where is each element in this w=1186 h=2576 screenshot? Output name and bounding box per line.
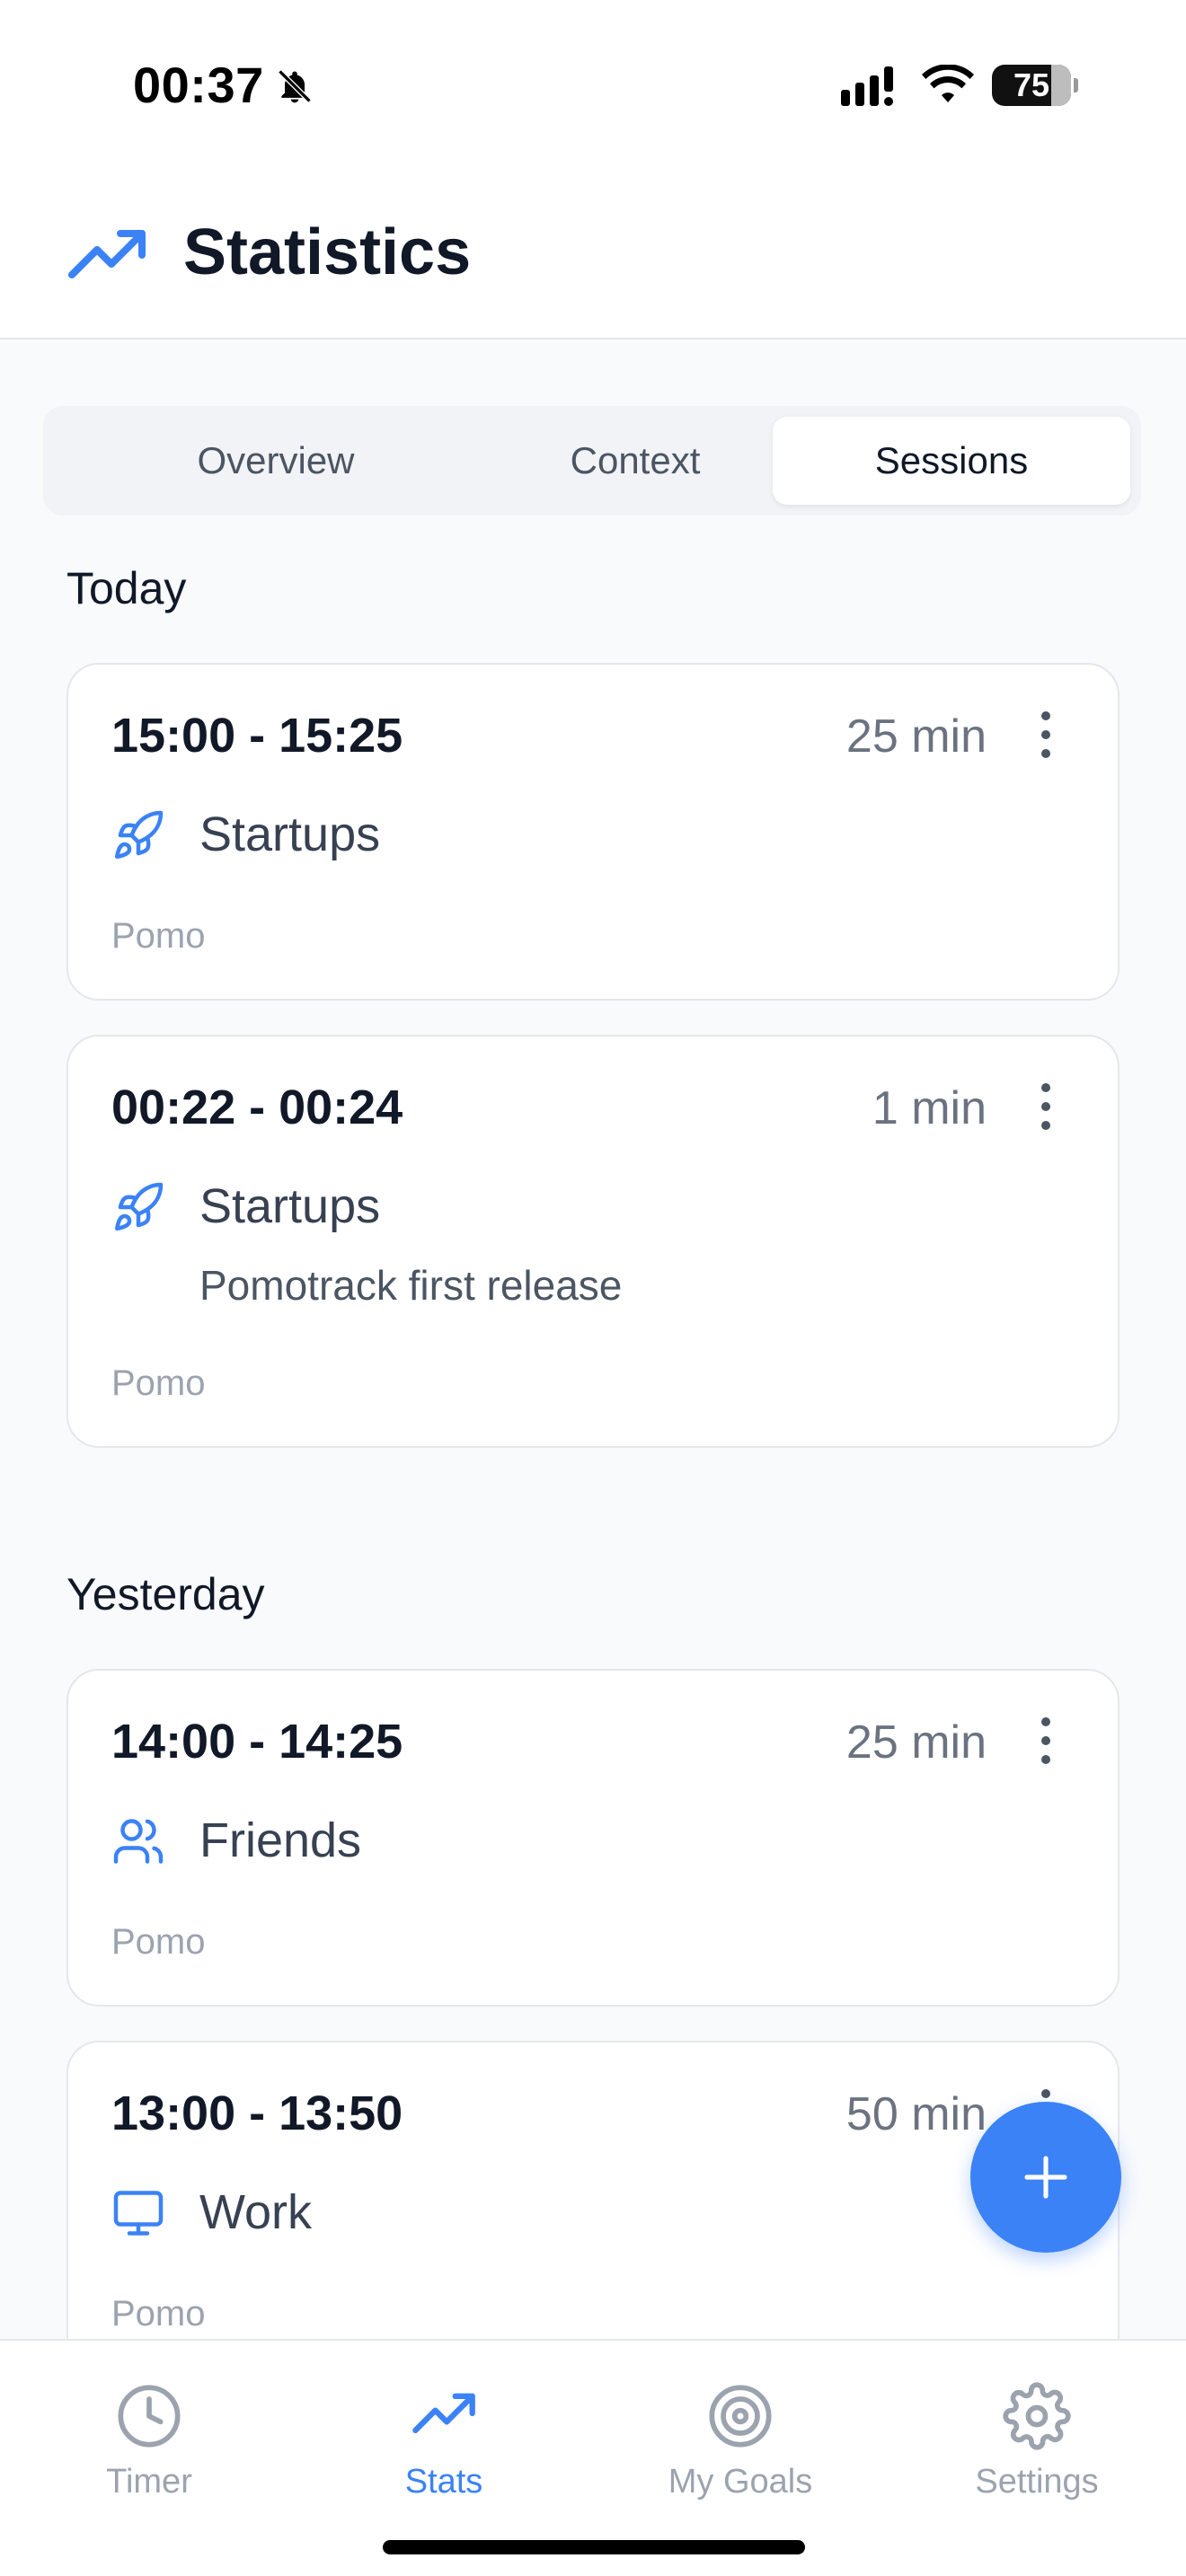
battery-level: 75 xyxy=(1013,66,1050,103)
trending-up-icon xyxy=(68,230,146,278)
nav-label: Settings xyxy=(975,2463,1099,2501)
session-duration: 25 min xyxy=(845,1716,987,1769)
session-category: Friends xyxy=(199,1813,362,1867)
session-category: Startups xyxy=(199,807,381,861)
session-card[interactable]: 14:00 - 14:25 25 min Friends Pomo xyxy=(66,1669,1120,2007)
nav-item-stats[interactable]: Stats xyxy=(336,2382,552,2501)
session-type: Pomo xyxy=(111,1922,206,1962)
rocket-icon xyxy=(115,1182,164,1231)
tab-overview[interactable]: Overview xyxy=(97,417,455,505)
session-category: Startups xyxy=(199,1179,381,1233)
session-note: Pomotrack first release xyxy=(199,1262,623,1309)
users-icon xyxy=(113,1819,164,1864)
session-category: Work xyxy=(199,2185,313,2239)
target-icon xyxy=(709,2385,772,2448)
session-time: 14:00 - 14:25 xyxy=(111,1715,403,1769)
nav-item-settings[interactable]: Settings xyxy=(929,2382,1145,2501)
battery-indicator: 75 xyxy=(992,65,1078,106)
clock-icon xyxy=(118,2385,181,2448)
more-options-icon[interactable] xyxy=(1028,1080,1064,1134)
gear-icon xyxy=(1003,2382,1071,2450)
cellular-signal-icon xyxy=(841,66,893,106)
session-time: 15:00 - 15:25 xyxy=(111,709,403,763)
nav-item-timer[interactable]: Timer xyxy=(41,2382,257,2501)
more-options-icon[interactable] xyxy=(1028,1714,1064,1768)
plus-icon xyxy=(1024,2156,1067,2199)
session-card[interactable]: 15:00 - 15:25 25 min Startups Pomo xyxy=(66,663,1120,1001)
more-options-icon[interactable] xyxy=(1028,708,1064,762)
session-duration: 1 min xyxy=(872,1082,987,1134)
session-time: 00:22 - 00:24 xyxy=(111,1081,403,1134)
page-header: Statistics xyxy=(0,171,1186,340)
nav-label: Timer xyxy=(106,2463,192,2501)
session-type: Pomo xyxy=(111,916,206,956)
session-duration: 25 min xyxy=(845,710,987,763)
tab-sessions[interactable]: Sessions xyxy=(773,417,1130,505)
session-time: 13:00 - 13:50 xyxy=(111,2086,403,2140)
monitor-icon xyxy=(113,2191,164,2236)
page-title: Statistics xyxy=(183,216,472,288)
session-card[interactable]: 00:22 - 00:24 1 min Startups Pomotrack f… xyxy=(66,1035,1120,1448)
session-type: Pomo xyxy=(111,1363,206,1403)
tab-context[interactable]: Context xyxy=(456,417,814,505)
home-indicator xyxy=(383,2540,805,2554)
section-label-today: Today xyxy=(66,563,187,613)
rocket-icon xyxy=(115,810,164,859)
section-label-yesterday: Yesterday xyxy=(66,1569,265,1619)
wifi-icon xyxy=(922,65,974,102)
status-time: 00:37 xyxy=(133,57,264,113)
stats-tabs: Overview Context Sessions xyxy=(43,406,1141,516)
session-duration: 50 min xyxy=(845,2088,987,2140)
trending-up-icon xyxy=(412,2393,475,2433)
add-session-button[interactable] xyxy=(970,2102,1121,2253)
nav-label: Stats xyxy=(404,2463,483,2501)
nav-item-my-goals[interactable]: My Goals xyxy=(633,2382,848,2501)
session-type: Pomo xyxy=(111,2294,206,2333)
status-bar: 00:37 75 xyxy=(0,0,1186,171)
nav-label: My Goals xyxy=(668,2463,813,2501)
bell-off-icon xyxy=(278,69,312,103)
session-card[interactable]: 13:00 - 13:50 50 min Work Pomo xyxy=(66,2041,1120,2378)
